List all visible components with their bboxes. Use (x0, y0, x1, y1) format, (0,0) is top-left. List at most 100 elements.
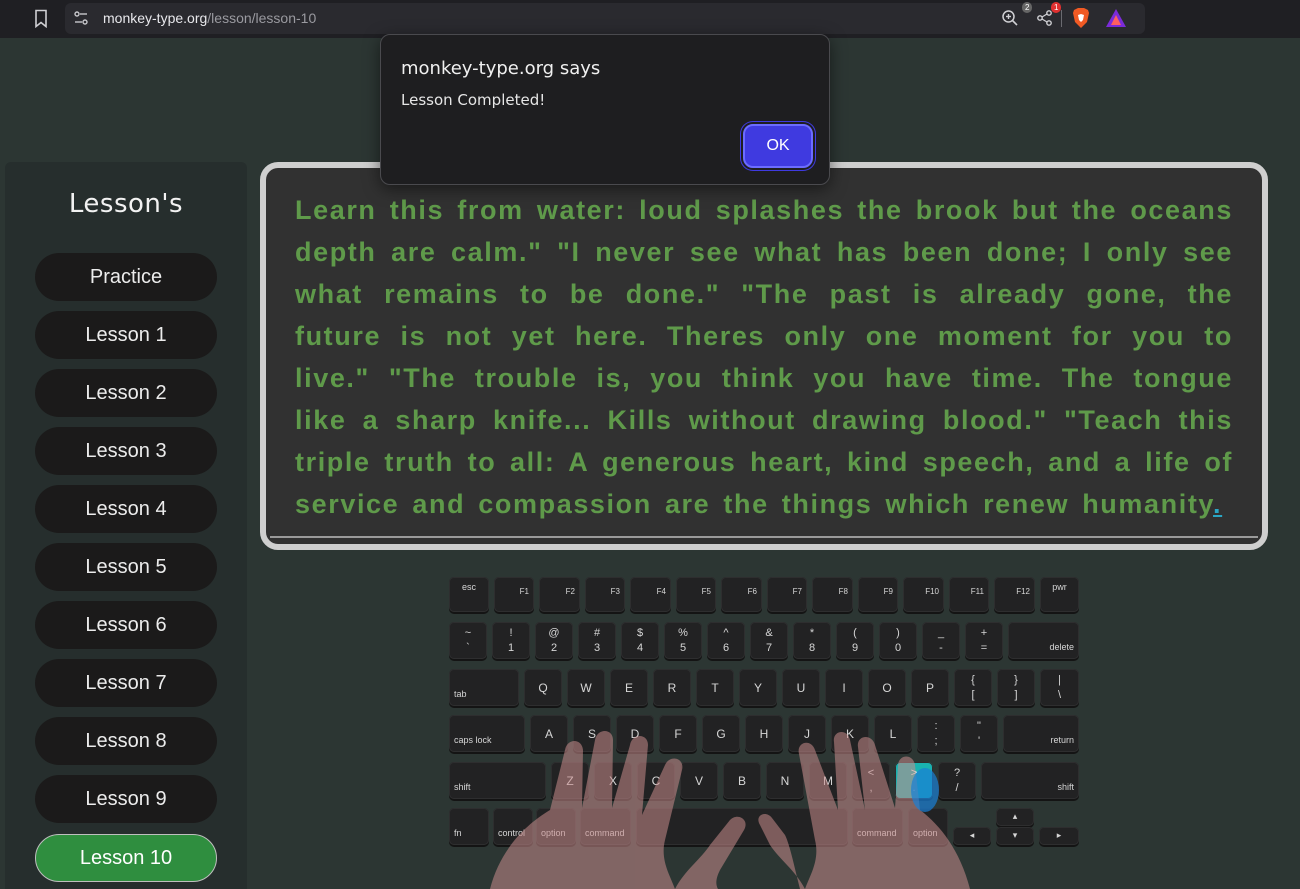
key-slash[interactable]: ? / (938, 762, 976, 799)
key-left-shift[interactable]: shift (449, 762, 546, 799)
key-1[interactable]: ! 1 (492, 622, 530, 659)
bookmark-icon[interactable] (34, 9, 48, 28)
key-r[interactable]: R (653, 669, 691, 706)
key-s[interactable]: S (573, 715, 611, 752)
lesson-text-panel[interactable]: Learn this from water: loud splashes the… (260, 162, 1268, 550)
key-equals[interactable]: + = (965, 622, 1003, 659)
sidebar-item-lesson-3[interactable]: Lesson 3 (35, 427, 217, 475)
key-quote[interactable]: " ' (960, 715, 998, 752)
key-f6[interactable]: F6 (721, 577, 762, 612)
key-3[interactable]: #3 (578, 622, 616, 659)
key-f1[interactable]: F1 (494, 577, 534, 612)
key-space[interactable] (636, 808, 848, 845)
key-x[interactable]: X (594, 762, 632, 799)
key-b[interactable]: B (723, 762, 761, 799)
brave-shields-icon[interactable] (1071, 7, 1091, 29)
zoom-icon[interactable] (1001, 9, 1019, 27)
key-f2[interactable]: F2 (539, 577, 580, 612)
key-fn[interactable]: fn (449, 808, 489, 845)
key-f8[interactable]: F8 (812, 577, 853, 612)
key-7[interactable]: & 7 (750, 622, 788, 659)
key-e[interactable]: E (610, 669, 648, 706)
key-right-command[interactable]: command (852, 808, 903, 845)
key-9[interactable]: (9 (836, 622, 874, 659)
toolbar-separator (1061, 10, 1062, 27)
alert-dialog: monkey-type.org says Lesson Completed! O… (380, 34, 830, 185)
sidebar-item-practice[interactable]: Practice (35, 253, 217, 301)
key-o[interactable]: O (868, 669, 906, 706)
key-arrow-right[interactable]: ▸ (1039, 827, 1079, 845)
key-f9[interactable]: F9 (858, 577, 898, 612)
key-left-control[interactable]: control (493, 808, 533, 845)
key-right-bracket[interactable]: }] (997, 669, 1035, 706)
key-delete[interactable]: delete (1008, 622, 1079, 659)
sidebar-item-lesson-2[interactable]: Lesson 2 (35, 369, 217, 417)
key-f[interactable]: F (659, 715, 697, 752)
key-c[interactable]: C (637, 762, 675, 799)
sidebar-item-lesson-8[interactable]: Lesson 8 (35, 717, 217, 765)
key-i[interactable]: I (825, 669, 863, 706)
key-return[interactable]: return (1003, 715, 1079, 752)
key-0[interactable]: ) 0 (879, 622, 917, 659)
key-esc[interactable]: esc (449, 577, 489, 612)
key-j[interactable]: J (788, 715, 826, 752)
key-caps-lock[interactable]: caps lock (449, 715, 525, 752)
sidebar-item-lesson-9[interactable]: Lesson 9 (35, 775, 217, 823)
sidebar-item-lesson-10[interactable]: Lesson 10 (35, 834, 217, 882)
key-k[interactable]: K (831, 715, 869, 752)
key-f10[interactable]: F10 (903, 577, 944, 612)
key-right-option[interactable]: option (908, 808, 948, 845)
key-f7[interactable]: F7 (767, 577, 807, 612)
key-left-bracket[interactable]: {[ (954, 669, 992, 706)
key-u[interactable]: U (782, 669, 820, 706)
key-backtick[interactable]: ~ ` (449, 622, 487, 659)
key-q[interactable]: Q (524, 669, 562, 706)
sidebar-item-lesson-1[interactable]: Lesson 1 (35, 311, 217, 359)
key-arrow-up[interactable]: ▴ (996, 808, 1034, 826)
key-8[interactable]: * 8 (793, 622, 831, 659)
key-v[interactable]: V (680, 762, 718, 799)
key-2[interactable]: @2 (535, 622, 573, 659)
key-comma[interactable]: <, (852, 762, 890, 799)
brave-rewards-icon[interactable] (1105, 8, 1127, 28)
key-semicolon[interactable]: :; (917, 715, 955, 752)
key-minus[interactable]: _ - (922, 622, 960, 659)
key-5[interactable]: % 5 (664, 622, 702, 659)
sidebar-item-lesson-4[interactable]: Lesson 4 (35, 485, 217, 533)
key-y[interactable]: Y (739, 669, 777, 706)
key-f3[interactable]: F3 (585, 577, 625, 612)
key-n[interactable]: N (766, 762, 804, 799)
key-z[interactable]: Z (551, 762, 589, 799)
site-settings-icon[interactable] (73, 10, 89, 26)
key-tab[interactable]: tab (449, 669, 519, 706)
key-m[interactable]: M (809, 762, 847, 799)
key-backslash[interactable]: | \ (1040, 669, 1079, 706)
key-f12[interactable]: F12 (994, 577, 1035, 612)
sidebar-item-lesson-5[interactable]: Lesson 5 (35, 543, 217, 591)
key-w[interactable]: W (567, 669, 605, 706)
key-power[interactable]: pwr (1040, 577, 1079, 612)
key-right-shift[interactable]: shift (981, 762, 1079, 799)
key-d[interactable]: D (616, 715, 654, 752)
key-f5[interactable]: F5 (676, 577, 716, 612)
key-f11[interactable]: F11 (949, 577, 989, 612)
key-left-option[interactable]: option (536, 808, 576, 845)
key-f4[interactable]: F4 (630, 577, 671, 612)
share-icon[interactable] (1036, 9, 1054, 27)
key-arrow-down[interactable]: ▾ (996, 827, 1034, 845)
address-bar[interactable]: monkey-type.org/lesson/lesson-10 (65, 3, 1145, 34)
key-l[interactable]: L (874, 715, 912, 752)
key-t[interactable]: T (696, 669, 734, 706)
key-a[interactable]: A (530, 715, 568, 752)
key-h[interactable]: H (745, 715, 783, 752)
key-6[interactable]: ^ 6 (707, 622, 745, 659)
key-arrow-left[interactable]: ◂ (953, 827, 991, 845)
key-4[interactable]: $4 (621, 622, 659, 659)
ok-button[interactable]: OK (743, 124, 813, 168)
key-left-command[interactable]: command (580, 808, 631, 845)
key-p[interactable]: P (911, 669, 949, 706)
sidebar-item-lesson-6[interactable]: Lesson 6 (35, 601, 217, 649)
key-period-highlighted[interactable]: >. (895, 762, 933, 799)
sidebar-item-lesson-7[interactable]: Lesson 7 (35, 659, 217, 707)
key-g[interactable]: G (702, 715, 740, 752)
